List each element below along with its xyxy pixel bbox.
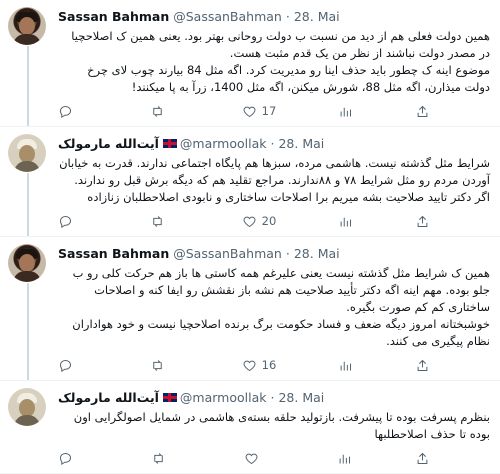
avatar[interactable] <box>8 388 46 426</box>
tweet-date[interactable]: 28. Mai <box>278 390 324 405</box>
tweet-header: آیت‌الله مارمولک @marmoollak · 28. Mai <box>58 387 490 407</box>
tweet-actions: 20 <box>58 206 490 236</box>
tweet-header: Sassan Bahman @SassanBahman · 28. Mai <box>58 243 490 263</box>
retweet-button[interactable] <box>150 214 180 229</box>
retweet-icon <box>153 105 162 117</box>
retweet-icon <box>154 452 163 464</box>
views-button[interactable] <box>337 451 352 466</box>
thread-line <box>27 283 29 380</box>
share-button[interactable] <box>415 104 430 119</box>
views-button[interactable] <box>338 214 353 229</box>
author-handle[interactable]: @SassanBahman <box>173 246 282 261</box>
reply-icon <box>59 452 72 465</box>
tweet-header: آیت‌الله مارمولک @marmoollak · 28. Mai <box>58 133 490 153</box>
views-button[interactable] <box>338 358 353 373</box>
like-count: 17 <box>261 104 277 118</box>
author-name[interactable]: آیت‌الله مارمولک <box>58 136 159 151</box>
uk-flag-icon <box>162 138 177 148</box>
reply-button[interactable] <box>58 451 88 466</box>
tweet-text: شرایط مثل گذشته نیست. هاشمی مرده، سبزها … <box>58 155 490 206</box>
reply-button[interactable] <box>58 214 88 229</box>
reply-icon <box>59 105 72 118</box>
avatar[interactable] <box>8 244 46 282</box>
tweet-feed: Sassan Bahman @SassanBahman · 28. Mai هم… <box>0 0 500 474</box>
views-icon <box>339 454 350 463</box>
thread-line <box>27 46 29 126</box>
like-button[interactable] <box>244 451 274 466</box>
tweet-date[interactable]: 28. Mai <box>278 136 324 151</box>
tweet-paragraph: شرایط مثل گذشته نیست. هاشمی مرده، سبزها … <box>59 156 490 187</box>
author-handle[interactable]: @marmoollak <box>180 390 267 405</box>
avatar[interactable] <box>8 134 46 172</box>
reply-icon <box>59 359 72 372</box>
views-icon <box>340 361 352 370</box>
like-count: 16 <box>261 358 277 372</box>
views-icon <box>340 107 352 116</box>
uk-flag-icon <box>162 392 177 402</box>
tweet-date[interactable]: 28. Mai <box>294 246 340 261</box>
share-button[interactable] <box>415 214 430 229</box>
tweet-date[interactable]: 28. Mai <box>294 9 340 24</box>
separator-dot: · <box>285 8 290 24</box>
tweet[interactable]: آیت‌الله مارمولک @marmoollak · 28. Mai ب… <box>0 381 500 474</box>
tweet[interactable]: Sassan Bahman @SassanBahman · 28. Mai هم… <box>0 237 500 381</box>
tweet-text: بنظرم پسرفت بوده تا پیشرفت. بازتولید حلق… <box>58 409 490 443</box>
tweet-actions <box>58 443 490 473</box>
tweet-paragraph: اگر دکتر تایید صلاحیت بشه میریم برا اصلا… <box>87 190 490 204</box>
retweet-icon <box>153 215 162 227</box>
retweet-button[interactable] <box>150 104 180 119</box>
separator-dot: · <box>270 389 275 405</box>
tweet-paragraph: موضوع اینه ک چطور باید حذف اینا رو مدیری… <box>87 63 490 94</box>
tweet-text: همین ک شرایط مثل گذشته نیست یعنی علیرغم … <box>58 265 490 350</box>
author-name[interactable]: Sassan Bahman <box>58 9 169 24</box>
avatar[interactable] <box>8 7 46 45</box>
like-button[interactable]: 17 <box>242 104 277 119</box>
like-button[interactable]: 16 <box>242 358 277 373</box>
retweet-button[interactable] <box>151 451 181 466</box>
tweet[interactable]: Sassan Bahman @SassanBahman · 28. Mai هم… <box>0 0 500 127</box>
share-button[interactable] <box>415 358 430 373</box>
thread-line <box>27 173 29 236</box>
separator-dot: · <box>285 245 290 261</box>
heart-icon <box>243 216 256 227</box>
tweet-paragraph: همین دولت فعلی هم از دید من نسبت ب دولت … <box>71 29 490 60</box>
share-icon <box>417 452 428 464</box>
author-handle[interactable]: @SassanBahman <box>173 9 282 24</box>
author-name[interactable]: آیت‌الله مارمولک <box>58 390 159 405</box>
tweet-header: Sassan Bahman @SassanBahman · 28. Mai <box>58 6 490 26</box>
share-icon <box>417 215 428 227</box>
heart-icon <box>243 360 256 371</box>
author-handle[interactable]: @marmoollak <box>180 136 267 151</box>
tweet-paragraph: همین ک شرایط مثل گذشته نیست یعنی علیرغم … <box>72 266 490 314</box>
tweet[interactable]: آیت‌الله مارمولک @marmoollak · 28. Mai ش… <box>0 127 500 237</box>
views-button[interactable] <box>338 104 353 119</box>
reply-button[interactable] <box>58 358 88 373</box>
tweet-paragraph: خوشبختانه امروز دیگه ضعف و فساد حکومت بر… <box>72 317 490 348</box>
retweet-button[interactable] <box>150 358 180 373</box>
tweet-text: همین دولت فعلی هم از دید من نسبت ب دولت … <box>58 28 490 96</box>
share-icon <box>417 105 428 117</box>
retweet-icon <box>153 359 162 371</box>
share-button[interactable] <box>415 451 430 466</box>
reply-icon <box>59 215 72 228</box>
like-count: 20 <box>261 214 277 228</box>
share-icon <box>417 359 428 371</box>
tweet-actions: 17 <box>58 96 490 126</box>
heart-icon <box>243 106 256 117</box>
separator-dot: · <box>270 135 275 151</box>
author-name[interactable]: Sassan Bahman <box>58 246 169 261</box>
tweet-actions: 16 <box>58 350 490 380</box>
reply-button[interactable] <box>58 104 88 119</box>
views-icon <box>340 217 352 226</box>
heart-icon <box>245 453 258 464</box>
tweet-paragraph: بنظرم پسرفت بوده تا پیشرفت. بازتولید حلق… <box>73 410 490 441</box>
like-button[interactable]: 20 <box>242 214 277 229</box>
